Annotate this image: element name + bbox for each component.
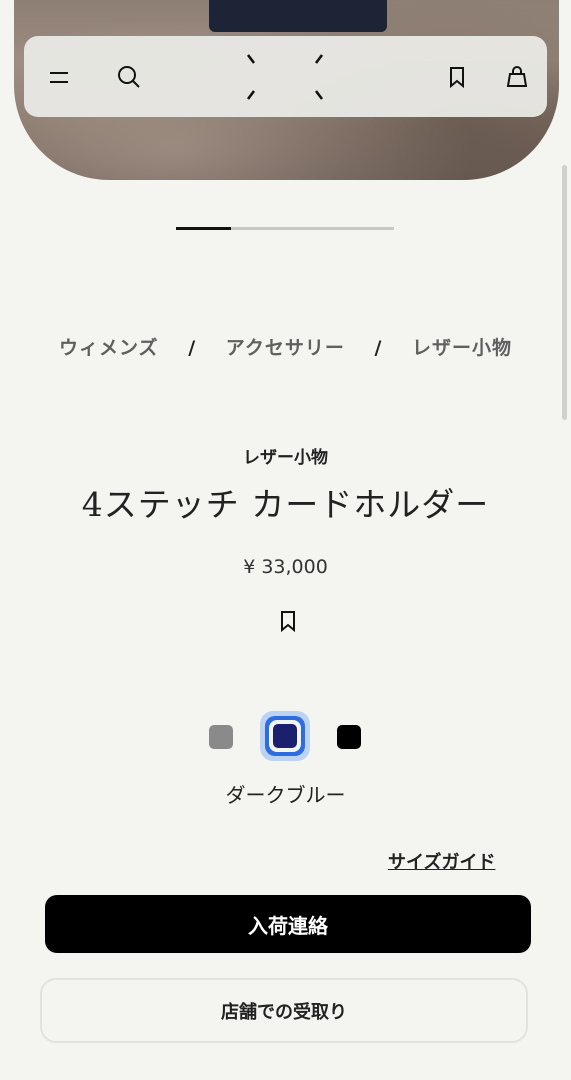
color-swatch-gray[interactable] bbox=[209, 725, 233, 749]
add-to-wishlist-button[interactable] bbox=[276, 608, 300, 634]
carousel-indicator-active bbox=[176, 227, 231, 230]
swatch-color-chip bbox=[273, 724, 297, 748]
bookmark-icon bbox=[281, 611, 295, 632]
product-category: レザー小物 bbox=[243, 448, 328, 468]
color-swatch-black[interactable] bbox=[337, 725, 361, 749]
product-title: 4ステッチ カードホルダー bbox=[81, 485, 490, 524]
breadcrumb-item-womens[interactable]: ウィメンズ bbox=[59, 337, 159, 359]
cart-button[interactable] bbox=[500, 60, 534, 94]
menu-button[interactable] bbox=[42, 60, 76, 94]
carousel-indicator[interactable] bbox=[176, 227, 394, 230]
breadcrumb-separator: / bbox=[188, 337, 197, 359]
size-guide-link[interactable]: サイズガイド bbox=[388, 848, 495, 874]
card-holder-photo bbox=[209, 0, 387, 32]
bookmark-icon bbox=[450, 67, 464, 88]
wishlist-button[interactable] bbox=[440, 60, 474, 94]
page-scrollbar[interactable] bbox=[562, 165, 567, 420]
brand-stitch-logo[interactable] bbox=[245, 52, 325, 102]
breadcrumb-item-accessories[interactable]: アクセサリー bbox=[226, 337, 345, 359]
breadcrumb-separator: / bbox=[374, 337, 383, 359]
breadcrumb: ウィメンズ / アクセサリー / レザー小物 bbox=[0, 333, 571, 360]
product-price: ¥ 33,000 bbox=[243, 556, 328, 578]
store-pickup-button[interactable]: 店舗での受取り bbox=[40, 978, 528, 1043]
notify-restock-button[interactable]: 入荷連絡 bbox=[45, 895, 531, 953]
header-bar bbox=[24, 36, 547, 117]
color-swatch-dark-blue[interactable] bbox=[260, 711, 310, 761]
search-icon bbox=[118, 66, 140, 88]
breadcrumb-item-leather-goods[interactable]: レザー小物 bbox=[412, 337, 512, 359]
selected-color-label: ダークブルー bbox=[225, 783, 346, 807]
menu-icon bbox=[50, 72, 68, 83]
shopping-bag-icon bbox=[506, 66, 528, 87]
search-button[interactable] bbox=[112, 60, 146, 94]
